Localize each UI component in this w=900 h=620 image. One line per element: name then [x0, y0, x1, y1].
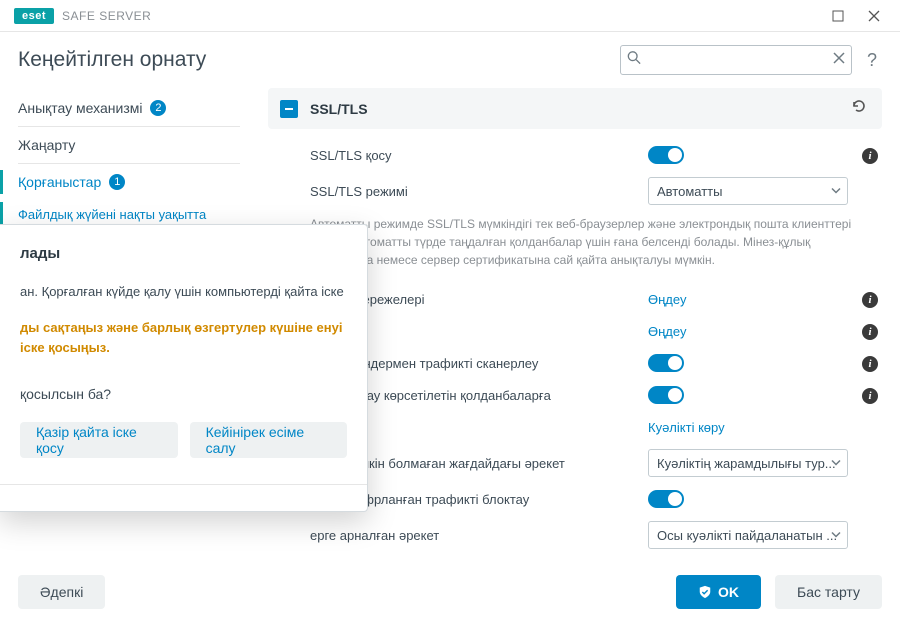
- ok-label: OK: [718, 584, 739, 600]
- row-label: SSL/TLS режимі: [310, 184, 648, 199]
- row-label: SSL/TLS қосу: [310, 148, 648, 163]
- section-title: SSL/TLS: [310, 101, 848, 117]
- brand-name: SAFE SERVER: [62, 9, 151, 23]
- chevron-down-icon: [831, 456, 841, 471]
- sidebar-separator: [18, 126, 240, 127]
- dialog-warning: ды сақтаңыз және барлық өзгертулер күшін…: [20, 318, 347, 358]
- info-icon[interactable]: i: [858, 322, 882, 340]
- sidebar-badge: 2: [150, 100, 166, 116]
- select-ssl-mode[interactable]: Автоматты: [648, 177, 848, 205]
- info-icon[interactable]: i: [858, 354, 882, 372]
- toggle-block-encrypted[interactable]: [648, 490, 684, 508]
- row-label: ерге арналған әрекет: [310, 528, 648, 543]
- search-icon: [627, 51, 641, 70]
- edit-link[interactable]: Өңдеу: [648, 324, 686, 339]
- row-ssl-enable: SSL/TLS қосу i: [268, 139, 882, 171]
- sidebar-badge: 1: [109, 174, 125, 190]
- dialog-question: қосылсын ба?: [20, 386, 347, 402]
- sidebar-separator: [18, 163, 240, 164]
- titlebar: eset SAFE SERVER: [0, 0, 900, 32]
- sidebar-item-label: Жаңарту: [18, 137, 75, 153]
- info-icon[interactable]: i: [858, 386, 882, 404]
- dialog-actions: Қазір қайта іске қосу Кейінірек есіме са…: [20, 422, 347, 458]
- sidebar-item-label: Қорғаныстар: [18, 174, 101, 190]
- restart-now-button[interactable]: Қазір қайта іске қосу: [20, 422, 178, 458]
- sidebar-item-update[interactable]: Жаңарту: [0, 129, 258, 161]
- sidebar-item-protections[interactable]: Қорғаныстар 1: [0, 166, 258, 198]
- search-input[interactable]: [649, 53, 823, 68]
- brand-badge: eset: [14, 8, 54, 24]
- clear-icon[interactable]: [833, 51, 845, 69]
- sidebar-item-detection[interactable]: Анықтау механизмі 2: [0, 92, 258, 124]
- dialog-title: лады: [20, 245, 347, 262]
- dialog-separator: [0, 484, 367, 485]
- select-value: Куәліктің жарамдылығы тур...: [657, 456, 836, 471]
- collapse-icon[interactable]: [280, 100, 298, 118]
- chevron-down-icon: [831, 184, 841, 199]
- default-button[interactable]: Әдепкі: [18, 575, 105, 609]
- window-maximize-button[interactable]: [820, 0, 856, 32]
- toggle-domain-scan[interactable]: [648, 354, 684, 372]
- search-field[interactable]: [620, 45, 852, 75]
- select-cert-action[interactable]: Осы куәлікті пайдаланатын ...: [648, 521, 848, 549]
- view-cert-link[interactable]: Куәлікті көру: [648, 420, 725, 435]
- window-close-button[interactable]: [856, 0, 892, 32]
- select-nosetup-action[interactable]: Куәліктің жарамдылығы тур...: [648, 449, 848, 477]
- info-icon[interactable]: i: [858, 146, 882, 164]
- edit-link[interactable]: Өңдеу: [648, 292, 686, 307]
- toggle-support-apps[interactable]: [648, 386, 684, 404]
- row-cert-action: ерге арналған әрекет Осы куәлікті пайдал…: [268, 515, 882, 555]
- page-title: Кеңейтілген орнату: [18, 48, 206, 72]
- help-button[interactable]: ?: [858, 50, 886, 71]
- info-icon[interactable]: i: [858, 290, 882, 308]
- chevron-down-icon: [831, 528, 841, 543]
- remind-later-button[interactable]: Кейінірек есіме салу: [190, 422, 347, 458]
- cancel-button[interactable]: Бас тарту: [775, 575, 882, 609]
- ok-button[interactable]: OK: [676, 575, 761, 609]
- dialog-text: ан. Қорғалған күйде қалу үшін компьютерд…: [20, 282, 347, 302]
- page-header: Кеңейтілген орнату ?: [0, 32, 900, 88]
- undo-icon[interactable]: [848, 98, 870, 119]
- row-ssl-mode: SSL/TLS режимі Автоматты: [268, 171, 882, 211]
- restart-dialog: лады ан. Қорғалған күйде қалу үшін компь…: [0, 224, 368, 512]
- shield-icon: [698, 585, 712, 599]
- sidebar-item-label: Анықтау механизмі: [18, 100, 142, 116]
- toggle-ssl-enable[interactable]: [648, 146, 684, 164]
- section-header: SSL/TLS: [268, 88, 882, 129]
- select-value: Автоматты: [657, 184, 722, 199]
- footer: Әдепкі OK Бас тарту: [0, 564, 900, 620]
- select-value: Осы куәлікті пайдаланатын ...: [657, 528, 837, 543]
